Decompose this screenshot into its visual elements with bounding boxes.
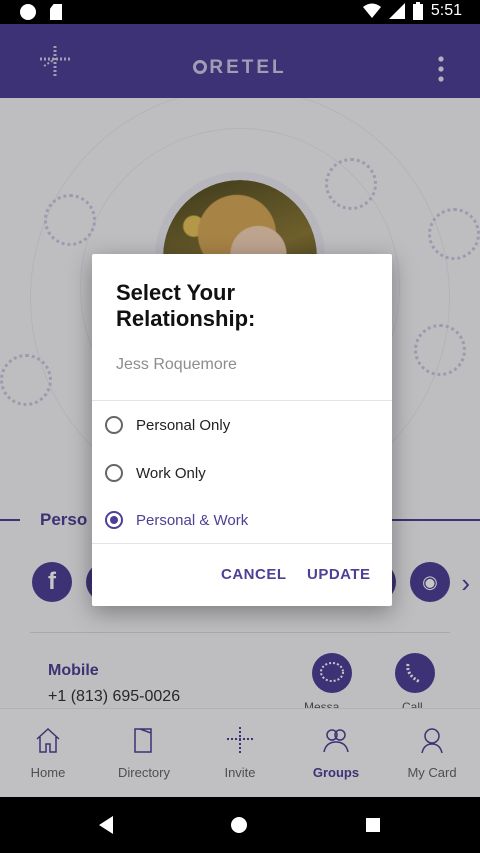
dialog-title: Select Your Relationship: — [116, 280, 256, 331]
home-circle-icon[interactable] — [231, 817, 247, 833]
update-button[interactable]: UPDATE — [307, 566, 371, 583]
cancel-button[interactable]: CANCEL — [221, 566, 287, 583]
option-label: Work Only — [136, 465, 206, 482]
radio-button-selected[interactable] — [105, 511, 123, 529]
option-work-only[interactable]: Work Only — [92, 450, 392, 498]
back-icon[interactable] — [99, 816, 113, 834]
radio-button[interactable] — [105, 416, 123, 434]
option-label: Personal Only — [136, 417, 231, 434]
status-bar: 5:51 — [0, 0, 480, 24]
relationship-dialog: Select Your Relationship: Jess Roquemore… — [92, 254, 392, 606]
status-time: 5:51 — [430, 2, 462, 19]
notification-dot-icon — [20, 4, 36, 20]
signal-icon — [388, 3, 405, 19]
contact-name: Jess Roquemore — [116, 356, 237, 373]
system-nav-bar — [0, 797, 480, 853]
dialog-divider — [92, 543, 392, 544]
option-personal-only[interactable]: Personal Only — [92, 402, 392, 450]
option-label: Personal & Work — [136, 512, 249, 529]
option-personal-and-work[interactable]: Personal & Work — [92, 497, 392, 545]
radio-button[interactable] — [105, 464, 123, 482]
sd-card-icon — [50, 4, 62, 20]
battery-icon — [412, 2, 423, 20]
recents-icon[interactable] — [366, 818, 380, 832]
dialog-divider — [92, 400, 392, 401]
wifi-icon — [362, 3, 381, 18]
